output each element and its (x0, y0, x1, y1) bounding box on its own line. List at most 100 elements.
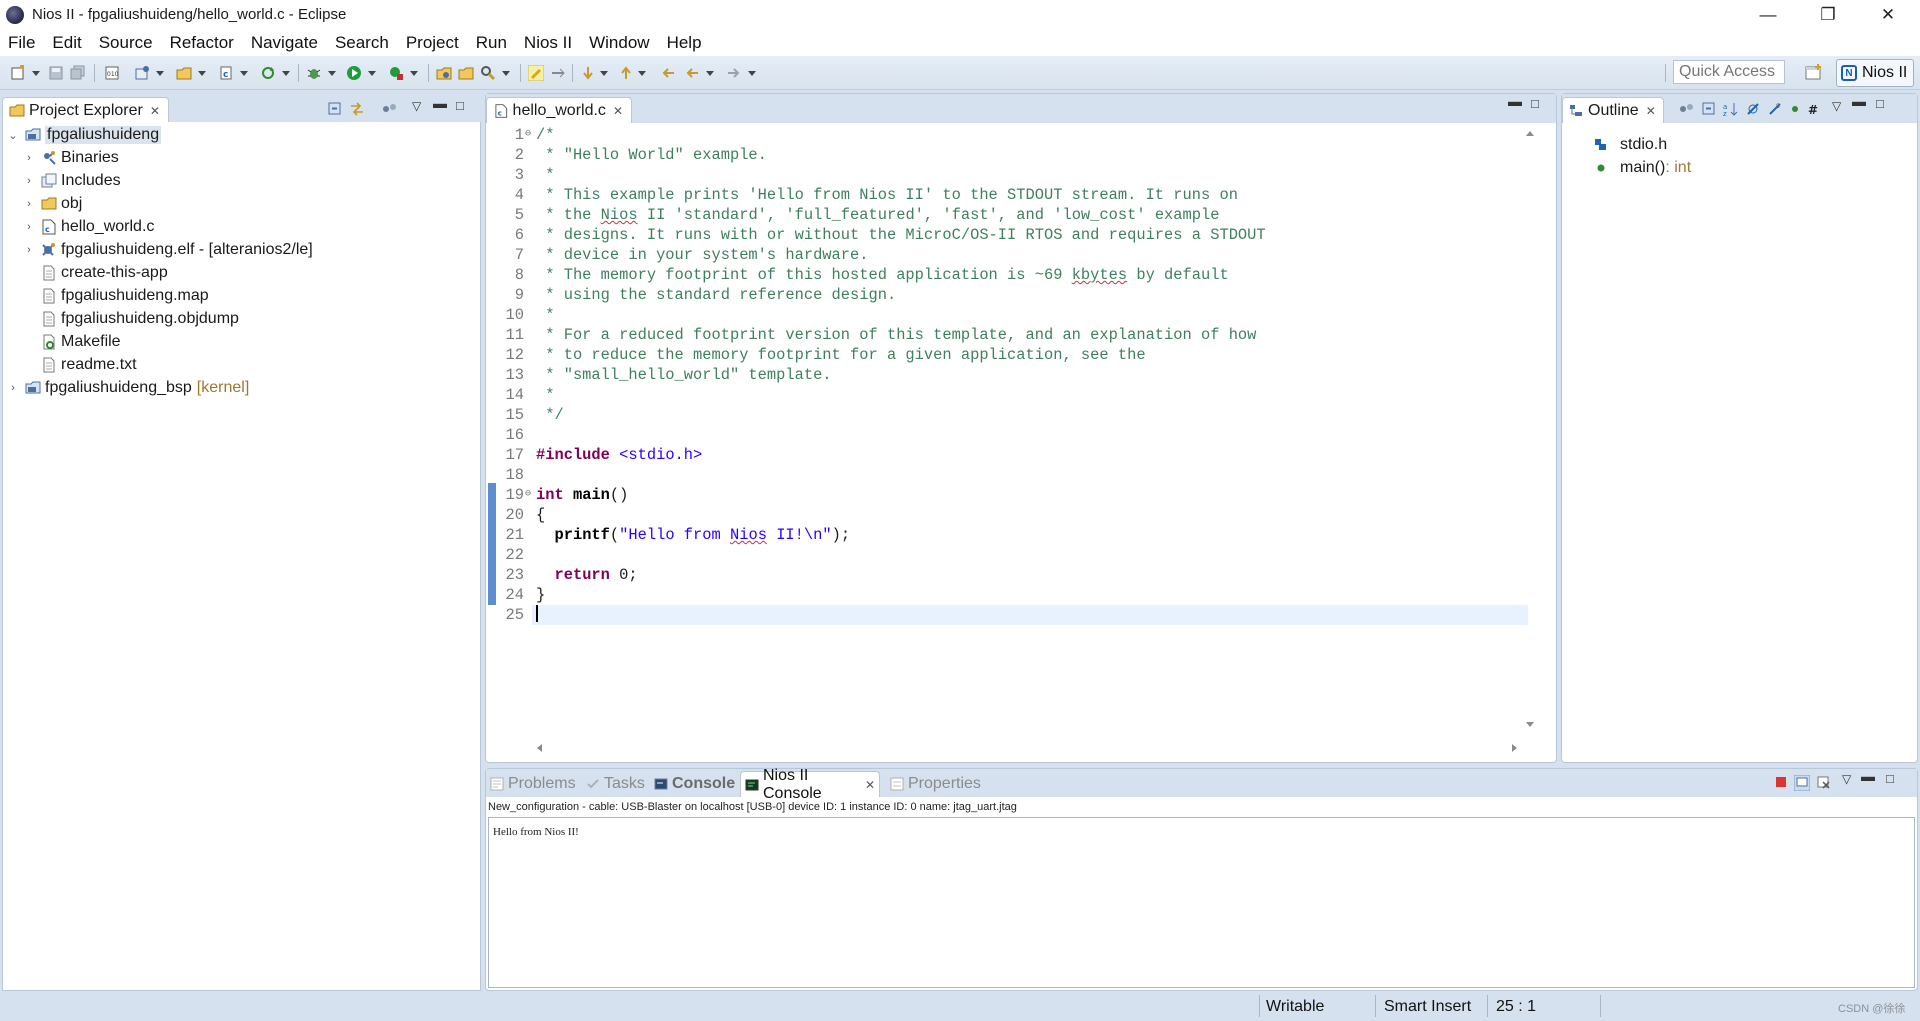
minimize-outline-icon[interactable]: ▬ (1852, 93, 1866, 109)
back-dropdown-icon[interactable] (706, 71, 714, 76)
hide-non-public-icon[interactable] (1790, 104, 1800, 114)
new-class-icon[interactable]: c (218, 65, 234, 81)
menu-project[interactable]: Project (406, 33, 459, 53)
tree-item[interactable]: › c hello_world.c (23, 216, 154, 238)
expanded-chevron-icon[interactable]: ⌄ (7, 129, 19, 142)
debug-icon[interactable] (306, 65, 322, 81)
new-folder-dropdown-icon[interactable] (198, 71, 206, 76)
minimize-console-icon[interactable]: ▬ (1861, 768, 1875, 784)
minimize-view-icon[interactable]: ▬ (433, 95, 447, 111)
fold-toggle-icon[interactable]: ⊖ (525, 125, 531, 145)
debug-dropdown-icon[interactable] (328, 71, 336, 76)
link-with-editor-icon[interactable] (349, 102, 365, 116)
console-output[interactable]: Hello from Nios II! (488, 817, 1915, 988)
console-menu-dropdown-icon[interactable]: ▽ (1842, 772, 1851, 786)
toggle-mark-occurrences-icon[interactable] (528, 65, 544, 81)
tab-tasks[interactable]: Tasks (582, 771, 646, 797)
toggle-block-selection-icon[interactable] (550, 65, 566, 81)
outline-menu-dropdown-icon[interactable]: ▽ (1832, 99, 1841, 113)
collapsed-chevron-icon[interactable]: › (23, 198, 35, 210)
restore-button[interactable]: ❐ (1800, 0, 1856, 29)
save-icon[interactable] (48, 65, 64, 81)
tab-outline[interactable]: Outline ✕ (1562, 97, 1664, 123)
new-folder-icon[interactable] (176, 65, 192, 81)
tree-item[interactable]: create-this-app (23, 262, 168, 284)
hide-macros-icon[interactable]: # (1807, 102, 1821, 116)
menu-navigate[interactable]: Navigate (251, 33, 318, 53)
hide-fields-icon[interactable] (1746, 102, 1760, 116)
maximize-view-icon[interactable]: □ (456, 98, 464, 113)
previous-annotation-icon[interactable] (618, 65, 634, 81)
open-element-icon[interactable] (458, 65, 474, 81)
minimize-editor-icon[interactable]: ▬ (1508, 93, 1522, 109)
menu-help[interactable]: Help (667, 33, 702, 53)
collapse-all-icon[interactable] (328, 102, 342, 116)
new-icon[interactable] (10, 65, 26, 81)
collapsed-chevron-icon[interactable]: › (23, 152, 35, 164)
close-button[interactable]: ✕ (1860, 0, 1916, 29)
last-edit-location-icon[interactable] (660, 65, 676, 81)
sort-icon[interactable]: az (1723, 101, 1739, 117)
tree-item[interactable]: Makefile (23, 331, 121, 353)
tab-project-explorer[interactable]: Project Explorer ✕ (2, 97, 169, 123)
minimize-button[interactable]: — (1740, 0, 1796, 29)
horizontal-scrollbar[interactable] (532, 740, 1522, 756)
tree-item[interactable]: › Includes (23, 170, 120, 192)
close-tab-icon[interactable]: ✕ (613, 104, 623, 118)
menu-source[interactable]: Source (99, 33, 153, 53)
save-all-icon[interactable] (70, 65, 86, 81)
back-icon[interactable] (684, 65, 700, 81)
forward-icon[interactable] (726, 65, 742, 81)
code-editor[interactable]: 1 ⊖/* 2 * "Hello World" example. 3 * 4 * Thi… (488, 123, 1528, 735)
search-icon[interactable] (480, 65, 496, 81)
run-dropdown-icon[interactable] (368, 71, 376, 76)
close-tab-icon[interactable]: ✕ (150, 104, 160, 118)
outline-view-menu-icon[interactable] (1679, 102, 1695, 116)
open-perspective-icon[interactable] (1803, 62, 1825, 84)
search-dropdown-icon[interactable] (502, 71, 510, 76)
external-tools-dropdown-icon[interactable] (410, 71, 418, 76)
tab-problems[interactable]: Problems (486, 771, 576, 797)
maximize-editor-icon[interactable]: □ (1531, 96, 1539, 111)
maximize-outline-icon[interactable]: □ (1876, 96, 1884, 111)
new-class-dropdown-icon[interactable] (240, 71, 248, 76)
vertical-scrollbar[interactable] (1522, 126, 1538, 732)
collapsed-chevron-icon[interactable]: › (23, 244, 35, 256)
collapsed-chevron-icon[interactable]: › (7, 382, 19, 394)
hide-static-icon[interactable]: S (1768, 102, 1782, 116)
menu-refactor[interactable]: Refactor (170, 33, 234, 53)
collapsed-chevron-icon[interactable]: › (23, 175, 35, 187)
refresh-dropdown-icon[interactable] (282, 71, 290, 76)
tree-item[interactable]: › Binaries (23, 147, 119, 169)
tab-console[interactable]: Console (650, 771, 735, 797)
tree-item[interactable]: fpgaliushuideng.objdump (23, 308, 239, 330)
quick-access-input[interactable] (1673, 60, 1785, 84)
next-annotation-dropdown-icon[interactable] (600, 71, 608, 76)
new-dropdown-icon[interactable] (32, 71, 40, 76)
tree-item[interactable]: › fpgaliushuideng_bsp [kernel] (7, 377, 249, 399)
new-project-icon[interactable] (134, 65, 150, 81)
menu-run[interactable]: Run (476, 33, 507, 53)
maximize-console-icon[interactable]: □ (1886, 771, 1894, 786)
tab-nios-ii-console[interactable]: Nios II Console ✕ (740, 767, 880, 802)
tree-item[interactable]: › fpgaliushuideng.elf - [alteranios2/le] (23, 239, 313, 261)
menu-search[interactable]: Search (335, 33, 389, 53)
clear-console-icon[interactable] (1816, 775, 1832, 794)
open-type-icon[interactable] (436, 65, 452, 81)
external-tools-icon[interactable] (388, 65, 404, 81)
tab-properties[interactable]: Properties (886, 771, 986, 797)
fold-toggle-icon[interactable]: ⊖ (525, 485, 531, 505)
tab-hello-world-c[interactable]: c hello_world.c ✕ (486, 97, 632, 123)
view-menu-dropdown-icon[interactable]: ▽ (412, 99, 421, 113)
run-icon[interactable] (346, 65, 362, 81)
new-project-dropdown-icon[interactable] (156, 71, 164, 76)
collapse-all-icon[interactable] (1702, 102, 1716, 116)
menu-window[interactable]: Window (589, 33, 649, 53)
tree-item[interactable]: ⌄ fpgaliushuideng (7, 124, 162, 146)
menu-edit[interactable]: Edit (52, 33, 81, 53)
outline-item[interactable]: stdio.h (1594, 134, 1667, 156)
menu-file[interactable]: File (8, 33, 35, 53)
tree-item[interactable]: › obj (23, 193, 82, 215)
tree-item[interactable]: readme.txt (23, 354, 137, 376)
collapsed-chevron-icon[interactable]: › (23, 221, 35, 233)
